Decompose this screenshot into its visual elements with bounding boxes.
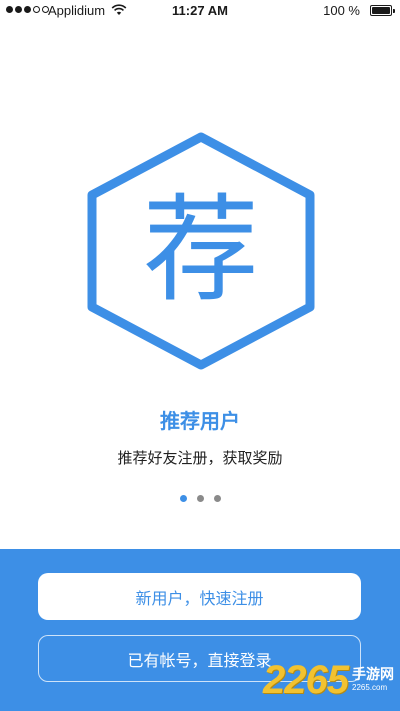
battery-percentage: 100 %: [323, 3, 360, 18]
page-dot-3[interactable]: [213, 495, 221, 502]
feature-subtitle: 推荐好友注册，获取奖励: [117, 449, 283, 467]
watermark: 2265 手游网 2265.com: [263, 658, 394, 703]
watermark-url: 2265.com: [352, 682, 388, 692]
battery-icon: [370, 5, 395, 16]
page-dot-2[interactable]: [196, 495, 204, 502]
watermark-text: 手游网: [352, 667, 394, 684]
watermark-number: 2265: [263, 658, 349, 702]
page-dot-1[interactable]: [179, 495, 187, 502]
page-indicator[interactable]: [0, 495, 400, 502]
recommend-glyph: 荐: [143, 183, 259, 318]
status-bar: Applidium 11:27 AM 100 %: [0, 0, 400, 22]
feature-title: 推荐用户: [160, 409, 240, 433]
register-button[interactable]: 新用户，快速注册: [38, 573, 361, 620]
